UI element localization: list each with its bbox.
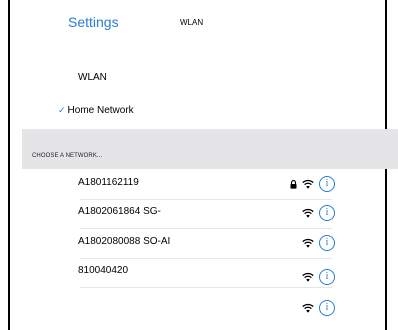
info-icon[interactable]: i bbox=[319, 269, 335, 285]
network-row[interactable]: A1801162119 i bbox=[66, 172, 335, 200]
lock-icon bbox=[290, 179, 297, 189]
page-title: WLAN bbox=[180, 18, 204, 27]
row-divider bbox=[80, 228, 332, 229]
screen: Settings WLAN WLAN ✓ Home Network CHOOSE … bbox=[0, 0, 398, 330]
network-ssid: 810040420 bbox=[78, 265, 129, 276]
network-ssid: A1801162119 bbox=[78, 177, 139, 188]
wifi-icon bbox=[302, 303, 314, 313]
navigation-bar: Settings WLAN bbox=[10, 0, 385, 44]
row-divider bbox=[80, 287, 332, 288]
wlan-toggle-row[interactable]: WLAN bbox=[78, 72, 107, 83]
choose-network-header: CHOOSE A NETWORK... bbox=[22, 129, 398, 169]
network-icons: i bbox=[302, 300, 335, 316]
row-divider bbox=[80, 258, 332, 259]
network-icons: i bbox=[302, 235, 335, 251]
row-divider bbox=[80, 199, 332, 200]
wifi-icon bbox=[302, 272, 314, 282]
info-icon[interactable]: i bbox=[319, 205, 335, 221]
wifi-icon bbox=[302, 208, 314, 218]
settings-back-button[interactable]: Settings bbox=[68, 14, 119, 30]
connected-network-row[interactable]: ✓ Home Network bbox=[58, 105, 134, 116]
wifi-icon bbox=[302, 179, 314, 189]
section-header-label: CHOOSE A NETWORK... bbox=[32, 153, 103, 159]
network-row[interactable]: A1802061864 SG- i bbox=[66, 201, 335, 229]
network-ssid: A1802061864 SG- bbox=[78, 206, 161, 217]
network-row[interactable]: i bbox=[66, 298, 335, 326]
connected-network-name: Home Network bbox=[67, 105, 134, 116]
info-icon[interactable]: i bbox=[319, 235, 335, 251]
settings-panel: Settings WLAN WLAN ✓ Home Network CHOOSE … bbox=[8, 0, 398, 330]
network-row[interactable]: 810040420 i bbox=[66, 260, 335, 288]
wlan-label: WLAN bbox=[78, 72, 107, 83]
checkmark-icon: ✓ bbox=[58, 105, 66, 115]
network-icons: i bbox=[302, 205, 335, 221]
network-icons: i bbox=[290, 176, 335, 192]
info-icon[interactable]: i bbox=[319, 300, 335, 316]
info-icon[interactable]: i bbox=[319, 176, 335, 192]
network-ssid: A1802080088 SO-AI bbox=[78, 236, 171, 247]
network-icons: i bbox=[302, 269, 335, 285]
wifi-icon bbox=[302, 238, 314, 248]
network-row[interactable]: A1802080088 SO-AI i bbox=[66, 231, 335, 259]
